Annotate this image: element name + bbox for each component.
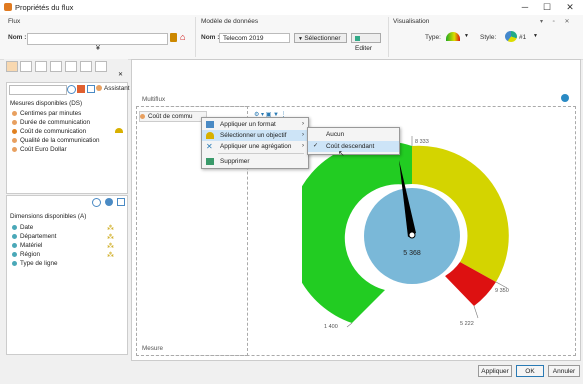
tick-label: 8 333 <box>415 139 429 145</box>
tab-measures-icon[interactable] <box>6 61 18 72</box>
check-icon: ✓ <box>313 143 319 149</box>
collapse-icon[interactable]: ¥ <box>96 45 100 52</box>
style-dropdown-icon[interactable]: ▼ <box>533 33 538 39</box>
dimensions-header: Dimensions disponibles (A) <box>10 213 87 220</box>
aggregation-icon: ✕ <box>206 142 213 151</box>
tab-text-icon[interactable] <box>35 61 47 72</box>
submenu-item-descending-cost[interactable]: ✓ Coût descendant <box>308 141 399 152</box>
hierarchy-icon: ⁂ <box>107 234 114 241</box>
main-area: Multiflux Mesure Coût de commu ⚙ ▾ ▣ ▼ ⋮… <box>131 59 581 361</box>
tab-dimensions-icon[interactable] <box>20 61 32 72</box>
title-bar: Propriétés du flux ─ ☐ ✕ <box>0 0 583 15</box>
dimension-item[interactable]: Région <box>12 250 40 259</box>
multiflux-label: Multiflux <box>142 96 166 103</box>
menu-item-apply-aggregation[interactable]: ✕ Appliquer une agrégation › <box>202 141 308 152</box>
search-icon[interactable] <box>67 85 76 94</box>
measures-box: Assistant Mesures disponibles (DS) Centi… <box>6 82 130 194</box>
name-input[interactable] <box>27 33 168 45</box>
style-icon[interactable] <box>505 31 517 42</box>
name-label: Nom : <box>8 34 27 41</box>
measure-item[interactable]: Coût Euro Dollar <box>12 145 67 154</box>
menu-item-apply-format[interactable]: Appliquer un format › <box>202 119 308 130</box>
gauge-chart: 5 368 8 333 1 400 9 350 5 222 <box>302 136 509 330</box>
grid-icon[interactable] <box>117 198 125 206</box>
type-dropdown-icon[interactable]: ▼ <box>464 33 469 39</box>
hierarchy-icon: ⁂ <box>107 243 114 250</box>
ribbon: Flux Nom : ⌂ ¥ Modèle de données Nom : T… <box>0 15 583 60</box>
filter-measure-icon[interactable] <box>77 85 85 93</box>
model-group-label: Modèle de données <box>201 18 259 25</box>
tab-filter-icon[interactable] <box>65 61 77 72</box>
measure-item[interactable]: Coût de communication <box>12 127 86 136</box>
hierarchy-icon: ⁂ <box>107 252 114 259</box>
maximize-button[interactable]: ☐ <box>536 0 558 15</box>
minimize-button[interactable]: ─ <box>514 0 536 15</box>
context-menu: Appliquer un format › Sélectionner un obj… <box>201 117 309 169</box>
measure-item[interactable]: Durée de communication <box>12 118 90 127</box>
separator <box>388 17 389 57</box>
delete-icon <box>206 158 214 165</box>
model-select[interactable]: Telecom 2019 <box>219 33 290 43</box>
hierarchy-icon: ⁂ <box>107 225 114 232</box>
cancel-button[interactable]: Annuler <box>548 365 580 377</box>
edit-button[interactable]: Editer <box>351 33 381 52</box>
measures-header: Mesures disponibles (DS) <box>10 100 83 107</box>
menu-item-delete[interactable]: Supprimer <box>202 156 308 167</box>
measure-search-input[interactable] <box>9 85 67 95</box>
tab-tag-icon[interactable] <box>95 61 107 72</box>
flux-group-label: Flux <box>8 18 21 25</box>
dimension-item[interactable]: Matériel <box>12 241 42 250</box>
gauge-needle-pivot <box>408 231 416 239</box>
filter-dimension-icon[interactable] <box>105 198 113 206</box>
ribbon-window-controls-icon[interactable]: ▾ ▫ ✕ <box>540 18 574 25</box>
tick-label: 9 350 <box>495 288 509 294</box>
window-title: Propriétés du flux <box>15 3 74 12</box>
lock-icon[interactable]: ⌂ <box>180 32 188 42</box>
objective-icon <box>206 132 214 139</box>
app-icon <box>4 3 12 11</box>
ok-button[interactable]: OK <box>516 365 544 377</box>
mouse-cursor-icon: ↖ <box>338 149 345 158</box>
measure-item[interactable]: Centimes par minutes <box>12 109 81 118</box>
search-icon[interactable] <box>92 198 101 207</box>
dimension-item[interactable]: Date <box>12 223 33 232</box>
menu-item-select-objective[interactable]: Sélectionner un objectif › <box>202 130 308 141</box>
format-icon <box>206 121 214 128</box>
model-name-label: Nom : <box>201 34 220 41</box>
tab-format-icon[interactable] <box>50 61 62 72</box>
tick-label: 1 400 <box>324 324 338 330</box>
style-label: Style: <box>480 34 497 41</box>
close-button[interactable]: ✕ <box>559 0 581 15</box>
separator <box>195 17 196 57</box>
select-button-label: Sélectionner <box>304 35 341 42</box>
left-panel: ✕ Assistant Mesures disponibles (DS) Cen… <box>4 59 130 359</box>
visual-group-label: Visualisation <box>393 18 430 25</box>
assistant-label[interactable]: Assistant <box>104 85 130 92</box>
gauge-mini-icon <box>115 128 123 133</box>
tick-label: 5 222 <box>460 321 474 327</box>
measure-item[interactable]: Qualité de la communication <box>12 136 99 145</box>
type-label: Type: <box>425 34 441 41</box>
assistant-icon[interactable] <box>96 85 102 91</box>
edit-button-label: Editer <box>355 45 372 52</box>
close-panel-icon[interactable]: ✕ <box>118 71 123 78</box>
dimension-item[interactable]: Type de ligne <box>12 259 57 268</box>
measure-chip[interactable]: Coût de commu <box>139 111 207 122</box>
measure-label: Mesure <box>142 345 163 352</box>
objective-submenu: Aucun ✓ Coût descendant <box>307 127 400 155</box>
dimension-item[interactable]: Département <box>12 232 56 241</box>
tab-sort-icon[interactable] <box>80 61 92 72</box>
style-value: #1 <box>519 34 527 41</box>
person-icon[interactable] <box>170 33 177 42</box>
menu-separator <box>218 153 304 154</box>
select-button[interactable]: ▼ Sélectionner <box>294 33 347 43</box>
dimensions-box: Dimensions disponibles (A) Date Départem… <box>6 195 128 355</box>
grid-icon[interactable] <box>87 85 95 93</box>
add-icon[interactable] <box>561 94 569 102</box>
apply-button[interactable]: Appliquer <box>478 365 512 377</box>
submenu-item-none[interactable]: Aucun <box>308 129 399 140</box>
gauge-type-icon[interactable] <box>446 32 460 41</box>
gauge-value-label: 5 368 <box>403 250 421 257</box>
